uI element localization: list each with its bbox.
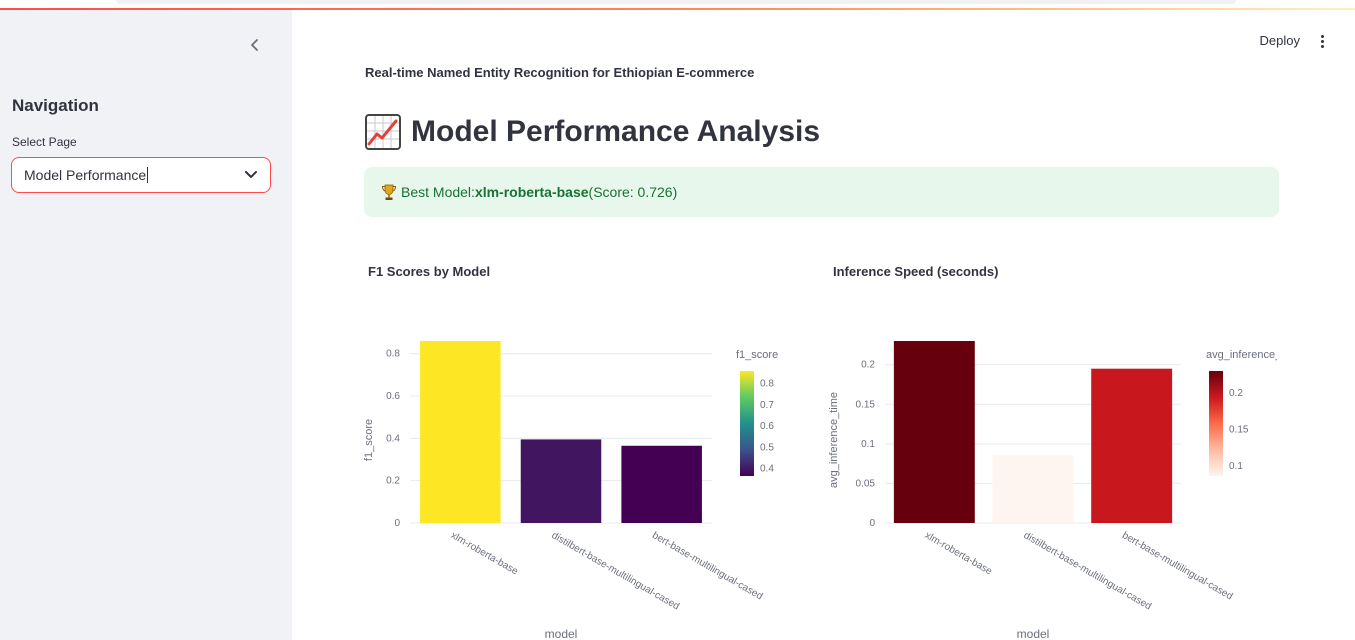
text-cursor: [147, 167, 149, 183]
chevron-left-icon: [251, 39, 258, 51]
bar: [420, 341, 501, 523]
x-tick-label: bert-base-multilingual-cased: [1120, 530, 1234, 602]
y-tick-label: 0: [869, 518, 875, 529]
y-axis-title: f1_score: [363, 419, 375, 461]
colorbar-tick-label: 0.5: [760, 442, 774, 453]
y-tick-label: 0.15: [856, 399, 876, 410]
alert-suffix: (Score: 0.726): [588, 184, 678, 200]
page-select-value: Model Performance: [24, 167, 147, 183]
y-axis-title: avg_inference_time: [828, 392, 840, 488]
browser-top-strip: [0, 0, 1355, 10]
colorbar: [1209, 371, 1223, 476]
chevron-down-icon: [245, 171, 257, 178]
sidebar: Navigation Select Page Model Performance: [0, 10, 292, 640]
inference-speed-chart: 00.050.10.150.2xlm-roberta-base distilber…: [828, 341, 1277, 640]
title-row: Model Performance Analysis: [365, 114, 820, 150]
best-model-alert: Best Model: xlm-roberta-base (Score: 0.7…: [364, 167, 1279, 217]
x-tick-label: xlm-roberta-base: [449, 530, 520, 578]
sidebar-heading: Navigation: [12, 96, 99, 115]
x-tick-label: xlm-roberta-base: [923, 530, 994, 578]
main-menu-icon[interactable]: [1314, 32, 1330, 50]
x-axis-title: model: [545, 627, 578, 640]
main-content: Deploy Real-time Named Entity Recognitio…: [292, 10, 1355, 640]
trophy-icon: [381, 184, 397, 200]
colorbar-title: f1_score: [736, 349, 778, 361]
alert-prefix: Best Model:: [401, 184, 475, 200]
x-axis-title: model: [1017, 627, 1050, 640]
colorbar-tick-label: 0.4: [760, 464, 774, 475]
bar: [992, 454, 1074, 523]
y-tick-label: 0.05: [856, 478, 876, 489]
colorbar-tick-label: 0.1: [1229, 461, 1243, 472]
bar: [1091, 368, 1173, 523]
alert-model: xlm-roberta-base: [474, 184, 589, 200]
bar: [893, 341, 975, 523]
y-tick-label: 0.4: [386, 433, 400, 444]
chart-increasing-icon: [365, 114, 401, 150]
colorbar-tick-label: 0.2: [1229, 388, 1243, 399]
f1-chart-title: F1 Scores by Model: [368, 264, 491, 279]
bar: [621, 445, 702, 523]
y-tick-label: 0: [394, 518, 400, 529]
collapse-sidebar-button[interactable]: [244, 34, 266, 56]
x-tick-label: bert-base-multilingual-cased: [650, 530, 764, 602]
colorbar-title: avg_inference_time: [1206, 349, 1277, 361]
address-bar-fragment: [116, 0, 1236, 4]
y-tick-label: 0.2: [386, 476, 400, 487]
colorbar-tick-label: 0.15: [1229, 424, 1249, 435]
y-tick-label: 0.1: [861, 439, 875, 450]
bar: [520, 439, 602, 523]
speed-chart-title: Inference Speed (seconds): [833, 264, 999, 279]
deploy-button[interactable]: Deploy: [1260, 33, 1300, 48]
y-tick-label: 0.8: [386, 349, 400, 360]
page-select[interactable]: Model Performance: [11, 157, 271, 193]
select-page-label: Select Page: [12, 135, 77, 149]
colorbar-tick-label: 0.6: [760, 421, 774, 432]
y-tick-label: 0.6: [386, 391, 400, 402]
f1-score-chart: 00.20.40.60.8xlm-roberta-base distilbert-…: [363, 341, 778, 640]
page-subtitle: Real-time Named Entity Recognition for E…: [365, 65, 755, 80]
page-title: Model Performance Analysis: [411, 115, 821, 148]
colorbar-tick-label: 0.8: [760, 379, 774, 390]
y-tick-label: 0.2: [861, 360, 875, 371]
colorbar: [740, 371, 754, 476]
colorbar-tick-label: 0.7: [760, 400, 774, 411]
